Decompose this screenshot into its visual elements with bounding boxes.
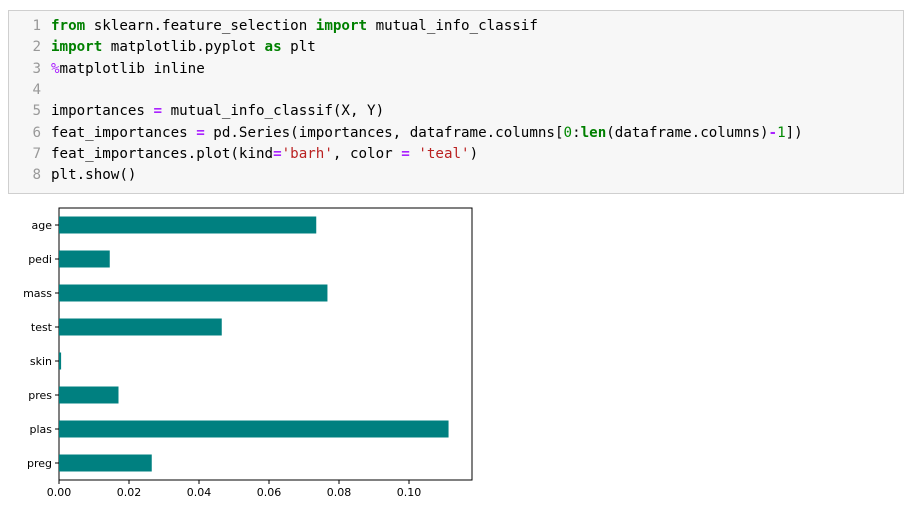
code-line-5[interactable]: 5 importances = mutual_info_classif(X, Y) [9,102,384,121]
code-token: from [51,18,86,34]
code-token: len [580,124,607,141]
bar-preg [59,454,152,472]
code-token: - [768,124,778,141]
xtick-label: 0.06 [257,486,282,499]
code-token: mutual_info_classif(X, Y) [162,103,385,120]
code-cell[interactable]: 1 from sklearn.feature_selection import m… [8,10,904,194]
code-token: pd.Series(importances, dataframe.columns… [204,124,564,141]
line-number: 2 [32,39,41,56]
ytick-label-preg: preg [27,457,52,470]
ytick-label-skin: skin [30,355,52,368]
ytick-label-mass: mass [23,287,52,300]
cell-output: age pedi mass test skin pres plas preg 0.00 0.02 0… [0,196,910,507]
code-token: = [273,145,282,162]
code-token: , color [332,145,402,162]
ytick-label-plas: plas [29,423,52,436]
code-line-4[interactable]: 4 [9,81,51,100]
line-number: 7 [32,145,41,162]
code-token: : [572,124,581,141]
ytick-label-pres: pres [28,389,52,402]
code-line-1[interactable]: 1 from sklearn.feature_selection import m… [9,17,538,36]
code-line-8[interactable]: 8 plt.show() [9,166,136,185]
code-token: matplotlib.pyplot [102,39,265,56]
code-token: feat_importances [51,124,197,141]
ytick-label-pedi: pedi [28,253,52,266]
code-token: as [264,39,282,56]
line-number: 3 [32,60,41,77]
xtick-label: 0.08 [327,486,352,499]
code-token: = [401,145,410,162]
line-number: 1 [32,18,41,34]
code-line-7[interactable]: 7 feat_importances.plot(kind='barh', colo… [9,145,478,164]
bar-skin [59,352,62,370]
line-number: 4 [32,81,41,98]
code-token: feat_importances.plot(kind [51,145,274,162]
code-token: plt.show() [51,167,137,184]
bar-plas [59,420,449,438]
code-token: ) [469,145,479,162]
barh-chart: age pedi mass test skin pres plas preg 0.00 0.02 0… [23,207,473,499]
code-token: matplotlib inline [59,60,205,77]
line-number: 6 [32,124,41,141]
bar-pres [59,386,119,404]
code-line-2[interactable]: 2 import matplotlib.pyplot as plt [9,38,316,57]
code-line-6[interactable]: 6 feat_importances = pd.Series(importance… [9,124,803,143]
xtick-label: 0.10 [397,486,422,499]
code-token: 'barh' [281,145,333,162]
xtick-label: 0.00 [47,486,72,499]
code-token: 0 [563,124,573,141]
code-token: = [196,124,205,141]
code-token: import [315,18,368,34]
code-line-3[interactable]: 3 %matplotlib inline [9,60,205,79]
xtick-label: 0.04 [187,486,212,499]
code-token: sklearn.feature_selection [85,18,316,34]
code-token: = [153,103,163,120]
code-token: ]) [785,124,803,141]
code-token: 'teal' [418,145,470,162]
code-token: plt [281,39,316,56]
line-number: 5 [32,103,41,120]
line-number: 8 [32,167,41,184]
bar-mass [59,284,328,302]
code-token: 1 [777,124,786,141]
bar-test [59,318,222,336]
code-token: % [51,60,60,77]
code-token: import [51,39,103,56]
ytick-label-test: test [31,321,53,334]
bar-age [59,216,317,234]
ytick-label-age: age [32,219,53,232]
xtick-label: 0.02 [117,486,142,499]
bar-pedi [59,250,110,268]
code-token: importances [51,103,154,120]
axes-frame [58,207,473,481]
code-token: mutual_info_classif [367,18,538,34]
code-token: (dataframe.columns) [606,124,769,141]
